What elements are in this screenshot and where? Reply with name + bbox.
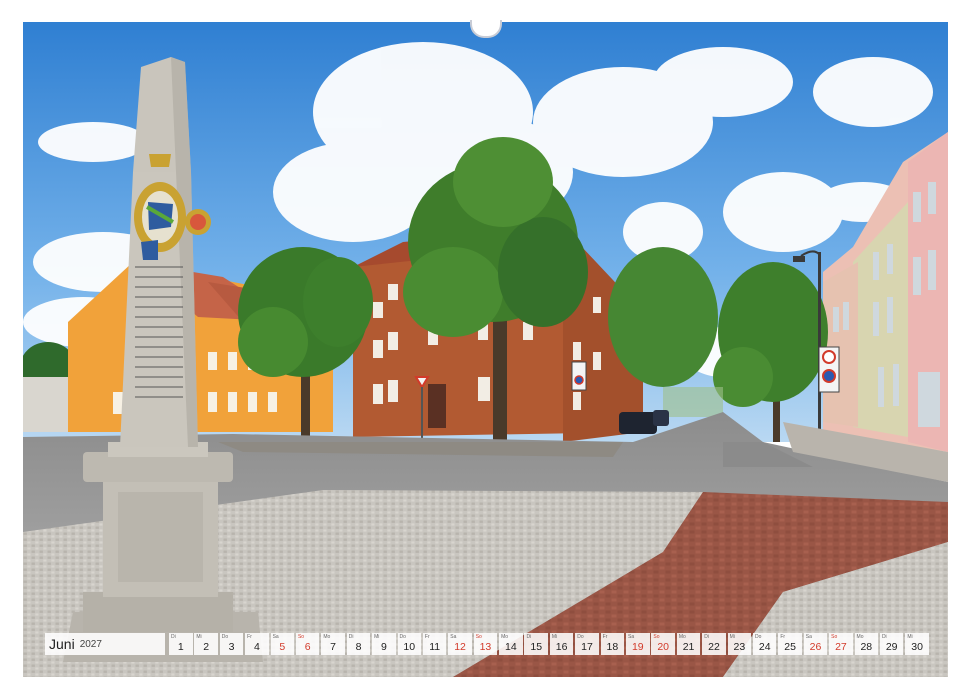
- weekday-label: Mi: [551, 634, 558, 640]
- day-cell: Mi 16: [549, 633, 574, 655]
- day-number: 7: [330, 641, 337, 653]
- day-number: 24: [758, 641, 771, 653]
- day-number: 2: [203, 641, 210, 653]
- weekday-label: Fr: [247, 634, 252, 640]
- weekday-label: Mo: [323, 634, 331, 640]
- calendar-photo: [23, 22, 948, 677]
- weekday-label: Sa: [450, 634, 457, 640]
- day-number: 13: [479, 641, 492, 653]
- weekday-label: Di: [704, 634, 709, 640]
- weekday-label: Fr: [780, 634, 786, 640]
- day-cell: Mi 23: [727, 633, 752, 655]
- weekday-label: So: [653, 634, 660, 640]
- day-cell: Sa 26: [803, 633, 828, 655]
- weekday-label: Mo: [678, 634, 686, 640]
- day-number: 6: [304, 641, 311, 653]
- day-number: 9: [380, 641, 387, 653]
- day-cell: Di 15: [524, 633, 548, 655]
- weekday-label: Di: [171, 634, 176, 640]
- day-cell: Di 8: [346, 633, 371, 655]
- day-number: 30: [911, 641, 923, 653]
- weekday-label: Mi: [907, 634, 913, 640]
- weekday-label: Fr: [424, 634, 430, 640]
- day-cell: Fr 18: [600, 633, 625, 655]
- day-cell: So 13: [473, 633, 498, 655]
- weekday-label: So: [831, 634, 838, 640]
- town-square-image: [23, 22, 948, 677]
- year: 2027: [79, 638, 102, 650]
- day-cell: Sa 12: [448, 633, 472, 655]
- day-number: 26: [809, 641, 822, 653]
- weekday-label: Do: [577, 634, 584, 640]
- day-cell: So 20: [651, 633, 675, 655]
- small-building: [23, 377, 68, 432]
- weekday-label: Do: [754, 634, 762, 640]
- day-cell: Do 3: [219, 633, 244, 655]
- weekday-label: Mo: [501, 634, 509, 640]
- weekday-label: Di: [881, 634, 887, 640]
- weekday-label: Sa: [628, 634, 635, 640]
- day-cell: Mi 9: [372, 633, 396, 655]
- weekday-label: So: [475, 634, 482, 640]
- calendar-strip: Juni 2027 Di 1 Mi 2 Do 3 Fr 4 Sa 5 So 6 Mo 7 Di 8 Mi 9 Do 1…: [45, 633, 931, 655]
- day-cell: Mi 30: [905, 633, 929, 655]
- day-number: 25: [784, 641, 796, 653]
- day-cell: Fr 11: [422, 633, 447, 655]
- day-number: 14: [504, 641, 517, 653]
- weekday-label: Mi: [374, 634, 380, 640]
- day-number: 20: [657, 641, 670, 653]
- day-number: 28: [860, 641, 873, 653]
- day-number: 17: [581, 641, 593, 653]
- weekday-label: Mi: [729, 634, 735, 640]
- weekday-label: Mo: [856, 634, 864, 640]
- day-number: 11: [429, 641, 441, 653]
- day-number: 19: [631, 641, 644, 653]
- day-cell: Di 22: [702, 633, 726, 655]
- day-number: 18: [606, 641, 619, 653]
- day-number: 4: [254, 641, 260, 653]
- day-cell: Do 10: [397, 633, 422, 655]
- day-cell: So 6: [295, 633, 320, 655]
- month-name: Juni: [49, 636, 75, 652]
- weekday-label: Di: [348, 634, 354, 640]
- day-number: 23: [733, 641, 746, 653]
- day-number: 29: [885, 641, 898, 653]
- day-cell: Fr 4: [245, 633, 269, 655]
- day-cell: Mo 28: [854, 633, 879, 655]
- day-cell: Di 29: [879, 633, 904, 655]
- weekday-label: Di: [526, 634, 532, 640]
- day-cell: Fr 25: [778, 633, 802, 655]
- weekday-label: Mi: [196, 634, 202, 640]
- day-cell: Mo 21: [676, 633, 701, 655]
- weekday-label: Sa: [272, 634, 279, 640]
- day-number: 21: [682, 641, 695, 653]
- day-cell: Di 1: [169, 633, 193, 655]
- day-cell: So 27: [829, 633, 853, 655]
- day-number: 10: [403, 641, 416, 653]
- day-cell: Do 24: [752, 633, 777, 655]
- day-cell: Mi 2: [194, 633, 218, 655]
- weekday-label: Sa: [805, 634, 812, 640]
- day-number: 12: [454, 641, 466, 653]
- weekday-label: Fr: [602, 634, 608, 640]
- day-number: 1: [177, 641, 184, 653]
- day-cell: Mo 7: [321, 633, 345, 655]
- day-number: 8: [355, 641, 362, 653]
- day-number: 3: [228, 641, 235, 653]
- day-number: 27: [835, 641, 847, 653]
- day-number: 22: [708, 641, 720, 653]
- weekday-label: Do: [399, 634, 406, 640]
- day-number: 5: [279, 641, 286, 653]
- day-number: 16: [555, 641, 568, 653]
- weekday-label: So: [297, 634, 305, 640]
- calendar-month: Juni 2027: [45, 633, 165, 655]
- day-number: 15: [530, 641, 543, 653]
- day-cell: Do 17: [575, 633, 599, 655]
- day-cells: Di 1 Mi 2 Do 3 Fr 4 Sa 5 So 6 Mo 7 Di 8 Mi 9 Do 10 Fr 11 Sa 12 S…: [169, 633, 931, 655]
- weekday-label: Do: [221, 634, 229, 640]
- day-cell: Sa 19: [626, 633, 650, 655]
- day-cell: Mo 14: [499, 633, 523, 655]
- day-cell: Sa 5: [270, 633, 295, 655]
